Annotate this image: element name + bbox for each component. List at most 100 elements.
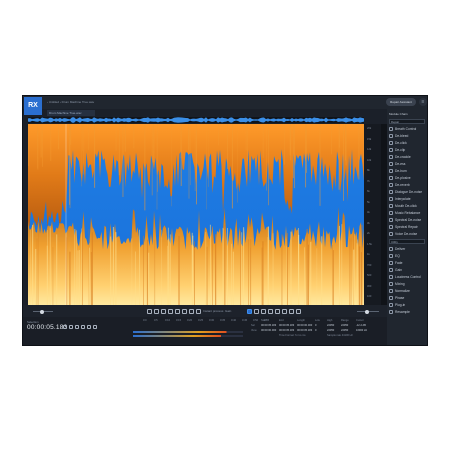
timeline-tick-label: 0:30 <box>209 319 215 322</box>
brush-tool-icon[interactable] <box>175 309 180 314</box>
view-value[interactable]: 00:00:05.183 <box>279 329 294 332</box>
zoom-out-icon[interactable] <box>268 309 273 314</box>
repair-assistant-button[interactable]: Repair Assistant <box>386 98 416 106</box>
forward-icon[interactable] <box>93 325 97 329</box>
hand-tool-icon[interactable] <box>189 309 194 314</box>
module-item[interactable]: Plug-in <box>389 302 427 309</box>
timeline-tick-label: 0:10 <box>165 319 171 322</box>
module-item[interactable]: Resample <box>389 309 427 316</box>
module-item[interactable]: Deliver <box>389 246 427 253</box>
module-item[interactable]: EQ <box>389 253 427 260</box>
play-icon[interactable] <box>75 325 79 329</box>
utility-filter-select[interactable]: Utility <box>389 239 425 244</box>
waveform-overview[interactable] <box>28 117 364 123</box>
module-label: Music Rebalance <box>395 211 421 215</box>
module-item[interactable]: Mixing <box>389 281 427 288</box>
view-value[interactable]: 00:00:00.000 <box>261 329 276 332</box>
selection-value[interactable]: -12.2 dB <box>356 324 366 327</box>
view-value[interactable]: 22050 <box>341 329 348 332</box>
selection-value[interactable]: 22050 <box>327 324 334 327</box>
module-icon <box>389 141 393 146</box>
loop-icon[interactable] <box>81 325 85 329</box>
module-label: Plug-in <box>395 303 406 307</box>
stop-icon[interactable] <box>87 325 91 329</box>
module-label: EQ <box>395 254 400 258</box>
module-item[interactable]: De-crackle <box>389 154 427 161</box>
waveform-mode-icon[interactable] <box>254 309 259 314</box>
module-item[interactable]: Spectral De-noise <box>389 217 427 224</box>
view-value[interactable]: 0 <box>315 329 316 332</box>
view-value[interactable]: 22050 <box>327 329 334 332</box>
module-item[interactable]: Mouth De-click <box>389 203 427 210</box>
vertical-zoom-knob[interactable] <box>365 309 369 314</box>
module-item[interactable]: Spectral Repair <box>389 224 427 231</box>
frequency-select-tool-icon[interactable] <box>161 309 166 314</box>
module-icon <box>389 232 393 237</box>
module-label: Mixing <box>395 282 405 286</box>
zoom-selection-icon[interactable] <box>275 309 280 314</box>
selection-value[interactable]: 00:00:05.183 <box>261 324 276 327</box>
module-icon <box>389 254 393 259</box>
spectrogram-view[interactable] <box>28 124 364 305</box>
time-format-caption: Time Format: h:m:s.ms <box>279 334 306 337</box>
module-chain-button[interactable]: Module Chain <box>389 111 425 117</box>
module-item[interactable]: Voice De-noise <box>389 231 427 238</box>
module-icon <box>389 218 393 223</box>
view-value[interactable]: 00:00:05.183 <box>297 329 312 332</box>
zoom-reset-icon[interactable] <box>289 309 294 314</box>
module-item[interactable]: De-click <box>389 140 427 147</box>
breadcrumb[interactable]: › Untitled › Drum Machine True.wav <box>47 100 94 104</box>
module-label: De-ess <box>395 162 406 166</box>
module-item[interactable]: De-hum <box>389 168 427 175</box>
module-icon <box>389 247 393 252</box>
selection-table-header: Start <box>261 319 267 322</box>
spectrogram-settings-icon[interactable] <box>296 309 301 314</box>
magic-wand-icon[interactable] <box>182 309 187 314</box>
timeline-tick-label: 0:0 <box>143 319 147 322</box>
selection-value[interactable]: 22050 <box>341 324 348 327</box>
file-tab[interactable]: Drum Machine True.wav <box>47 110 95 116</box>
module-item[interactable]: De-clip <box>389 147 427 154</box>
module-icon <box>389 225 393 230</box>
module-item[interactable]: De-plosive <box>389 175 427 182</box>
selection-value[interactable]: 0 <box>315 324 316 327</box>
view-value[interactable]: 16000 Hz <box>356 329 367 332</box>
selection-table-header: Length <box>297 319 305 322</box>
rewind-icon[interactable] <box>69 325 73 329</box>
module-item[interactable]: Interpolate <box>389 196 427 203</box>
hamburger-icon[interactable]: ≡ <box>419 98 427 106</box>
instant-process-label: Instant process <box>203 309 224 313</box>
record-icon[interactable] <box>63 325 67 329</box>
repair-filter-select[interactable]: Repair <box>389 119 425 124</box>
module-label: Loudness Control <box>395 275 421 279</box>
instant-process-mode[interactable]: Gain <box>225 309 231 313</box>
module-item[interactable]: Phase <box>389 295 427 302</box>
frequency-tick-label: 2k <box>367 232 370 235</box>
module-item[interactable]: Gain <box>389 267 427 274</box>
frequency-tick-label: 5k <box>367 200 370 204</box>
time-select-tool-icon[interactable] <box>154 309 159 314</box>
spectrogram-mode-icon[interactable] <box>247 309 252 314</box>
module-item[interactable]: Breath Control <box>389 126 427 133</box>
module-item[interactable]: Dialogue De-noise <box>389 189 427 196</box>
marquee-select-tool-icon[interactable] <box>147 309 152 314</box>
module-label: De-click <box>395 141 407 145</box>
timecode-display: 00:00:05.183 <box>27 324 68 331</box>
zoom-in-icon[interactable] <box>261 309 266 314</box>
output-level-meter-left <box>133 331 243 333</box>
zoom-fit-icon[interactable] <box>282 309 287 314</box>
instant-process-toggle-icon[interactable] <box>196 309 201 314</box>
module-label: Phase <box>395 296 405 300</box>
module-item[interactable]: Loudness Control <box>389 274 427 281</box>
module-item[interactable]: De-ess <box>389 161 427 168</box>
module-item[interactable]: Music Rebalance <box>389 210 427 217</box>
module-item[interactable]: Fade <box>389 260 427 267</box>
timeline-tick-label: 0:50 <box>253 319 259 322</box>
module-item[interactable]: De-reverb <box>389 182 427 189</box>
module-item[interactable]: De-bleed <box>389 133 427 140</box>
lasso-tool-icon[interactable] <box>168 309 173 314</box>
selection-value[interactable]: 00:00:00.000 <box>297 324 312 327</box>
module-item[interactable]: Normalize <box>389 288 427 295</box>
horizontal-zoom-knob[interactable] <box>40 309 44 314</box>
selection-value[interactable]: 00:00:05.183 <box>279 324 294 327</box>
